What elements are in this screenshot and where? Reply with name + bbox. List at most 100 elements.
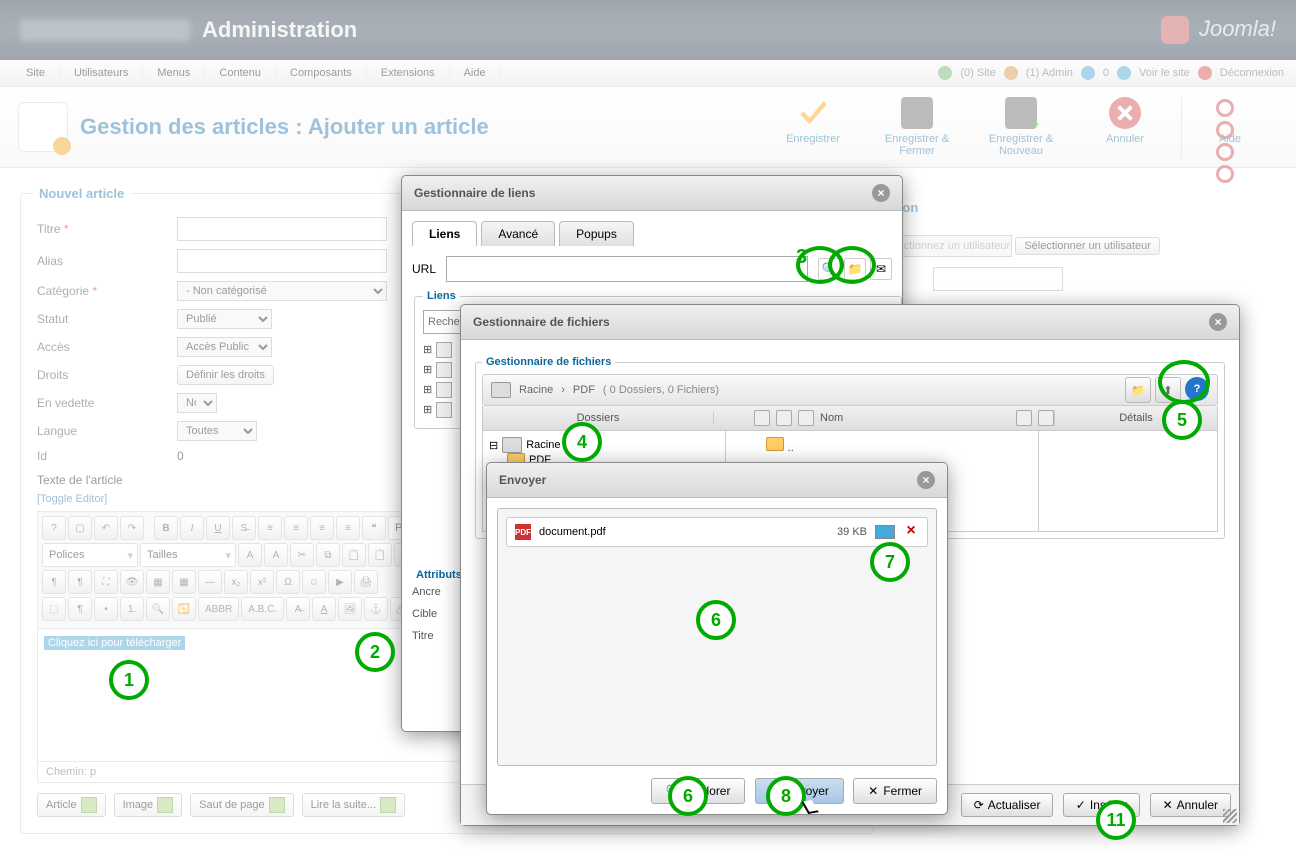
editor-align-left-icon[interactable]: ≡ (258, 516, 282, 540)
editor-new-icon[interactable]: ▢ (68, 516, 92, 540)
insert-button[interactable]: ✓ Insérer (1063, 793, 1140, 817)
tab-links[interactable]: Liens (412, 221, 477, 246)
editor-color-icon[interactable]: A (238, 543, 262, 567)
editor-emoticon-icon[interactable]: ☺ (302, 570, 326, 594)
editor-fullscreen-icon[interactable]: ⛶ (94, 570, 118, 594)
file-manager-close-icon[interactable]: × (1209, 313, 1227, 331)
file-manager-help-icon[interactable]: ? (1185, 377, 1209, 401)
menu-components[interactable]: Composants (276, 67, 367, 79)
editor-table-icon[interactable]: ▦ (146, 570, 170, 594)
editor-showblocks-icon[interactable]: ⬚ (42, 597, 66, 621)
editor-size-select[interactable]: Tailles (140, 543, 236, 567)
editor-justify-icon[interactable]: ≡ (336, 516, 360, 540)
editor-redo-icon[interactable]: ↷ (120, 516, 144, 540)
editor-paste-text-icon[interactable]: 📋 (368, 543, 392, 567)
rightcol-input2[interactable] (933, 267, 1063, 291)
rights-button[interactable]: Définir les droits (177, 365, 274, 385)
editor-help-icon[interactable]: ? (42, 516, 66, 540)
sort2-icon[interactable] (1038, 410, 1054, 426)
new-folder-icon[interactable]: 📁 (1125, 377, 1151, 403)
save-close-button[interactable]: Enregistrer & Fermer (869, 97, 965, 157)
editor-table-row-icon[interactable]: ▦ (172, 570, 196, 594)
editor-align-right-icon[interactable]: ≡ (310, 516, 334, 540)
editor-ins-icon[interactable]: A (312, 597, 336, 621)
view-grid-icon[interactable] (798, 410, 814, 426)
site-count[interactable]: (0) Site (960, 67, 995, 79)
featured-select[interactable]: Non (177, 393, 217, 413)
editor-preview-icon[interactable]: 👁 (120, 570, 144, 594)
upload-file-icon[interactable]: ⬆ (1155, 377, 1181, 403)
link-manager-close-icon[interactable]: × (872, 184, 890, 202)
editor-print-icon[interactable]: 🖨 (354, 570, 378, 594)
editor-copy-icon[interactable]: ⧉ (316, 543, 340, 567)
select-all-icon[interactable] (754, 410, 770, 426)
editor-undo-icon[interactable]: ↶ (94, 516, 118, 540)
fm-cancel-button[interactable]: ✕ Annuler (1150, 793, 1231, 817)
insert-pagebreak-button[interactable]: Saut de page (190, 793, 293, 817)
editor-quote-icon[interactable]: ❝ (362, 516, 386, 540)
editor-ltr-icon[interactable]: ¶ (42, 570, 66, 594)
editor-sub-icon[interactable]: x₂ (224, 570, 248, 594)
editor-ul-icon[interactable]: • (94, 597, 118, 621)
menu-users[interactable]: Utilisateurs (60, 67, 143, 79)
link-mail-icon[interactable]: ✉ (870, 258, 892, 280)
editor-del-icon[interactable]: A̶ (286, 597, 310, 621)
save-new-button[interactable]: Enregistrer & Nouveau (973, 97, 1069, 157)
insert-image-button[interactable]: Image (114, 793, 183, 817)
editor-find-icon[interactable]: 🔍 (146, 597, 170, 621)
editor-underline-icon[interactable]: U (206, 516, 230, 540)
select-user-button[interactable]: Sélectionner un utilisateur (1015, 237, 1160, 255)
status-select[interactable]: Publié (177, 309, 272, 329)
editor-replace-icon[interactable]: 🔁 (172, 597, 196, 621)
send-button[interactable]: ⬆ Envoyer (755, 778, 844, 804)
sort-icon[interactable] (1016, 410, 1032, 426)
resize-grip[interactable] (1223, 809, 1237, 823)
cancel-button[interactable]: Annuler (1077, 97, 1173, 157)
browse-button[interactable]: 🔍 Explorer (651, 778, 746, 804)
up-folder-icon[interactable] (766, 437, 784, 451)
tab-advanced[interactable]: Avancé (481, 221, 555, 246)
view-site-link[interactable]: Voir le site (1139, 67, 1190, 79)
link-browse-icon[interactable]: 📁 (844, 258, 866, 280)
editor-italic-icon[interactable]: I (180, 516, 204, 540)
editor-font-select[interactable]: Polices (42, 543, 138, 567)
upload-close-icon[interactable]: × (917, 471, 935, 489)
message-count[interactable]: 0 (1103, 67, 1109, 79)
save-button[interactable]: Enregistrer (765, 97, 861, 157)
editor-media-icon[interactable]: ▶ (328, 570, 352, 594)
editor-anchor-icon[interactable]: ⚓ (364, 597, 388, 621)
editor-hr-icon[interactable]: — (198, 570, 222, 594)
editor-bold-icon[interactable]: B (154, 516, 178, 540)
editor-char-icon[interactable]: Ω (276, 570, 300, 594)
editor-bgcolor-icon[interactable]: A (264, 543, 288, 567)
editor-strike-icon[interactable]: S̶ (232, 516, 256, 540)
refresh-button[interactable]: ⟳ Actualiser (961, 793, 1054, 817)
insert-article-button[interactable]: Article (37, 793, 106, 817)
alias-input[interactable] (177, 249, 387, 273)
close-button[interactable]: ✕ Fermer (853, 778, 937, 804)
editor-sup-icon[interactable]: x² (250, 570, 274, 594)
logout-link[interactable]: Déconnexion (1220, 67, 1284, 79)
link-search-icon[interactable]: 🔍 (818, 258, 840, 280)
editor-ol-icon[interactable]: 1. (120, 597, 144, 621)
menu-help[interactable]: Aide (450, 67, 501, 79)
menu-extensions[interactable]: Extensions (367, 67, 450, 79)
url-input[interactable] (446, 256, 808, 282)
editor-paste-icon[interactable]: 📋 (342, 543, 366, 567)
editor-visual-icon[interactable]: ¶ (68, 597, 92, 621)
editor-abbr-icon[interactable]: ABBR (198, 597, 239, 621)
category-select[interactable]: - Non catégorisé (177, 281, 387, 301)
menu-content[interactable]: Contenu (205, 67, 276, 79)
upload-remove-icon[interactable]: × (903, 524, 919, 540)
editor-image-icon[interactable]: 🖼 (338, 597, 362, 621)
access-select[interactable]: Accès Public (177, 337, 272, 357)
menu-site[interactable]: Site (12, 67, 60, 79)
admin-count[interactable]: (1) Admin (1026, 67, 1073, 79)
view-list-icon[interactable] (776, 410, 792, 426)
menu-menus[interactable]: Menus (143, 67, 205, 79)
editor-rtl-icon[interactable]: ¶ (68, 570, 92, 594)
editor-abc-icon[interactable]: A.B.C. (241, 597, 284, 621)
lang-select[interactable]: Toutes (177, 421, 257, 441)
insert-readmore-button[interactable]: Lire la suite... (302, 793, 405, 817)
tab-popups[interactable]: Popups (559, 221, 634, 246)
